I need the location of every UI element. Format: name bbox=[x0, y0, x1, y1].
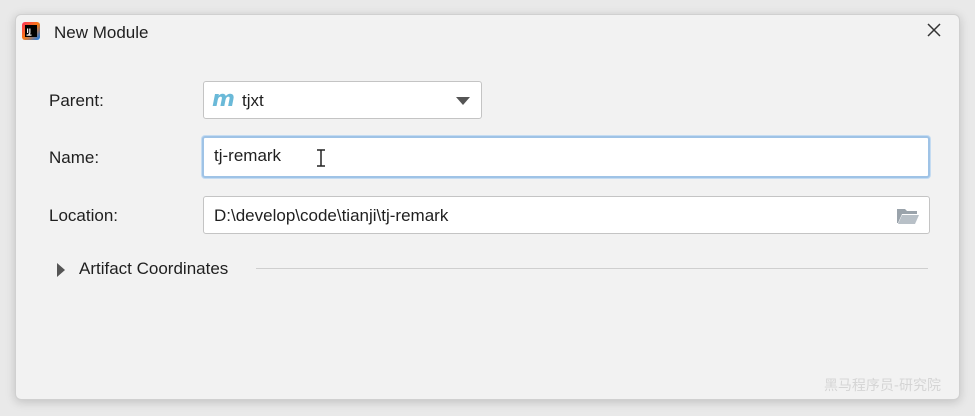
name-field-wrapper[interactable] bbox=[202, 136, 930, 178]
parent-label: Parent: bbox=[49, 91, 104, 110]
text-cursor-icon bbox=[317, 149, 325, 167]
chevron-down-icon[interactable] bbox=[456, 97, 470, 105]
svg-text:IJ: IJ bbox=[27, 28, 31, 35]
intellij-idea-icon: IJ bbox=[22, 22, 40, 40]
location-input[interactable] bbox=[214, 206, 864, 226]
location-label: Location: bbox=[49, 206, 118, 225]
folder-icon[interactable] bbox=[896, 206, 920, 226]
watermark: 黑马程序员-研究院 bbox=[823, 378, 941, 394]
location-field-wrapper[interactable] bbox=[203, 196, 930, 234]
maven-icon: m bbox=[212, 87, 235, 112]
artifact-coordinates-label: Artifact Coordinates bbox=[79, 259, 229, 278]
new-module-dialog: IJ New Module Parent: m tjxt Name: Locat… bbox=[15, 14, 960, 400]
parent-select[interactable]: m tjxt bbox=[203, 81, 482, 119]
section-divider bbox=[256, 268, 928, 269]
parent-value: tjxt bbox=[242, 91, 264, 110]
title-bar: IJ New Module bbox=[16, 15, 959, 49]
close-icon[interactable] bbox=[925, 21, 943, 39]
name-label: Name: bbox=[49, 148, 100, 167]
chevron-right-icon[interactable] bbox=[57, 263, 65, 277]
dialog-title: New Module bbox=[54, 23, 149, 42]
